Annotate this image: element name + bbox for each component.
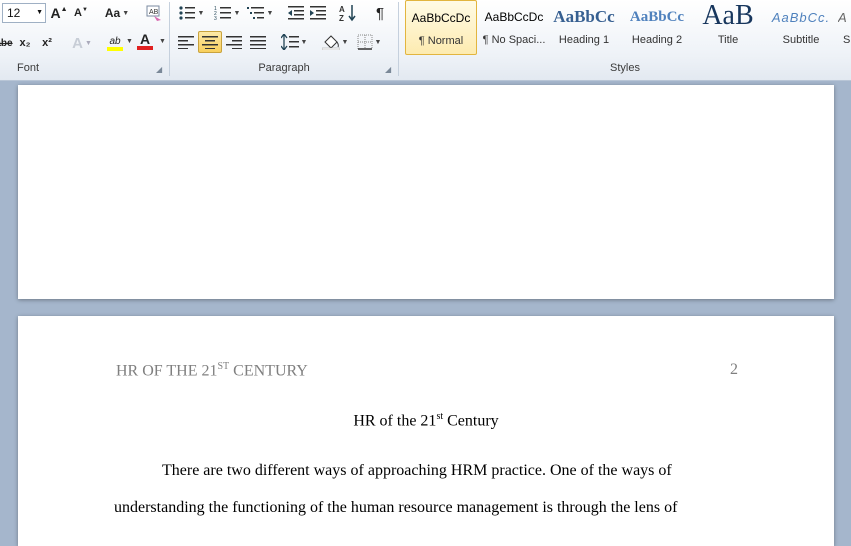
style-name: S [843,34,851,46]
style-title[interactable]: AaB Title [694,0,762,55]
style-name: Title [717,34,739,46]
strikethrough-icon: abe [0,37,13,49]
bullets-icon [178,6,195,20]
shading-button[interactable]: ▼ [320,32,350,52]
font-group-label: Font [16,62,39,74]
text-effects-icon: A [72,34,83,52]
grow-font-icon: A [50,5,61,21]
style-preview: AaB [702,0,754,31]
bullets-button[interactable]: ▼ [176,3,206,23]
header-text: HR OF THE 21 [116,362,218,380]
body-paragraph-line[interactable]: There are two different ways of approach… [162,462,672,480]
style-preview: AaBbCc [629,8,685,25]
show-formatting-button[interactable]: ¶ [370,3,390,23]
style-name: Heading 2 [631,34,683,46]
shrink-font-icon: A [74,7,82,19]
style-name: ¶ Normal [418,35,464,47]
increase-indent-button[interactable] [308,3,328,23]
title-text: HR of the 21 [353,412,437,430]
svg-text:Z: Z [339,14,344,22]
align-center-icon [202,36,218,49]
paint-bucket-icon [321,35,340,50]
document-page[interactable] [18,85,834,299]
borders-icon [357,34,373,50]
font-dialog-launcher-icon[interactable]: ◢ [156,66,164,74]
align-left-icon [178,36,194,49]
increase-indent-icon [310,6,326,20]
header-text: CENTURY [229,362,308,380]
multilevel-list-icon [246,7,264,19]
ribbon: 12 ▼ A▲ A▼ Aa▼ AB abe x₂ x² A▼ ab ▼ A ▼ … [0,0,851,81]
justify-button[interactable] [248,32,268,52]
style-preview: AaBbCcDc [484,10,544,24]
align-right-button[interactable] [224,32,244,52]
justify-icon [250,36,266,49]
grow-font-button[interactable]: A ▲ [50,3,68,23]
style-preview: AaBbCc [553,7,615,26]
subscript-icon: x₂ [19,37,31,49]
change-case-icon: Aa [104,6,121,20]
svg-text:3: 3 [214,16,217,21]
numbering-button[interactable]: 1 2 3 ▼ [212,3,242,23]
style-subtle-emphasis[interactable]: A S [838,0,851,55]
style-heading-1[interactable]: AaBbCc Heading 1 [551,0,617,55]
styles-group-label: Styles [610,62,640,74]
style-name: Heading 1 [558,34,610,46]
style-preview: AaBbCcDc [411,11,471,25]
numbering-icon: 123 [214,6,231,21]
document-title[interactable]: HR of the 21st Century [18,411,834,430]
align-left-button[interactable] [176,32,196,52]
title-text: Century [443,412,499,430]
decrease-indent-button[interactable] [286,3,306,23]
style-preview: AaBbCc. [771,9,831,25]
style-preview: A [838,9,847,25]
align-center-button[interactable] [198,31,222,53]
style-name: Subtitle [782,34,820,46]
multilevel-list-button[interactable]: ▼ [246,3,274,23]
running-header[interactable]: HR OF THE 21ST CENTURY [116,361,308,380]
highlight-swatch [107,46,123,51]
superscript-button[interactable]: x² [38,33,56,53]
font-size-value: 12 [7,6,21,20]
text-effects-button[interactable]: A ▼ [68,33,96,53]
strikethrough-button[interactable]: abe [0,33,14,53]
borders-button[interactable]: ▼ [354,32,384,52]
sort-icon: AZ [339,5,356,22]
font-color-swatch [137,46,153,50]
font-size-combo[interactable]: 12 ▼ [2,3,46,23]
sort-button[interactable]: AZ [338,3,358,23]
decrease-indent-icon [288,6,304,20]
style-no-spacing[interactable]: AaBbCcDc ¶ No Spaci... [478,0,550,55]
line-spacing-icon [280,34,299,50]
chevron-down-icon[interactable]: ▼ [36,4,43,22]
highlighter-icon: ab [109,35,121,47]
style-normal[interactable]: AaBbCcDc ¶ Normal [405,0,477,55]
svg-text:A: A [339,5,345,14]
paragraph-group-label: Paragraph [258,62,310,74]
line-spacing-button[interactable]: ▼ [280,32,308,52]
body-paragraph-line[interactable]: understanding the functioning of the hum… [114,499,677,517]
align-right-icon [226,36,242,49]
change-case-button[interactable]: Aa ▼ [104,3,130,23]
clear-formatting-button[interactable]: AB [144,3,164,23]
pilcrow-icon: ¶ [375,4,385,22]
page-number[interactable]: 2 [730,361,738,379]
clear-formatting-icon: AB [146,5,161,21]
font-color-icon: A [139,31,151,47]
style-subtitle[interactable]: AaBbCc. Subtitle [766,0,836,55]
subscript-button[interactable]: x₂ [16,33,34,53]
font-color-button[interactable]: A [136,31,154,51]
style-name: ¶ No Spaci... [482,34,546,46]
shrink-font-button[interactable]: A ▼ [72,3,90,23]
document-page[interactable]: HR OF THE 21ST CENTURY 2 HR of the 21st … [18,316,834,546]
paragraph-dialog-launcher-icon[interactable]: ◢ [385,66,393,74]
svg-text:AB: AB [149,9,159,16]
style-heading-2[interactable]: AaBbCc Heading 2 [621,0,693,55]
superscript-icon: x² [42,37,52,49]
header-superscript: ST [217,361,230,372]
